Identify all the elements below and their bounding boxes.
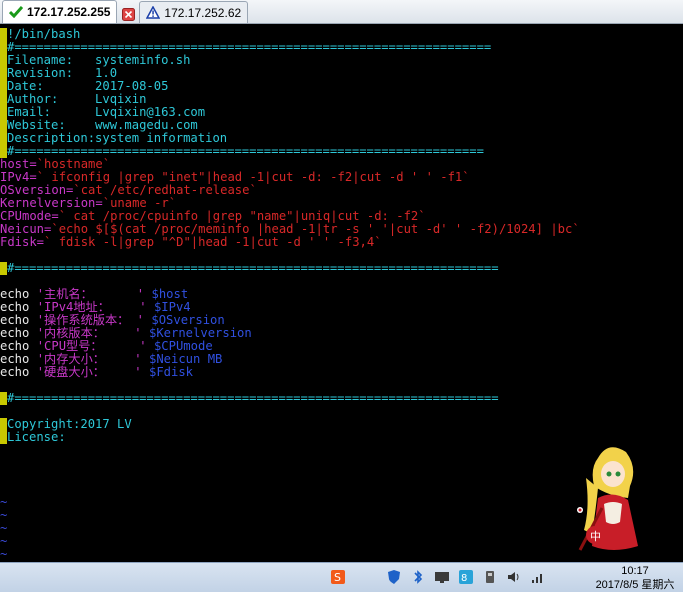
- tab-bar: 172.17.252.255 172.17.252.62: [0, 0, 683, 24]
- tab-label: 172.17.252.255: [27, 5, 111, 19]
- cursor-marker: [0, 392, 7, 405]
- variable-name: Kernelversion=: [0, 196, 103, 210]
- command-substitution: `cat /etc/redhat-release`: [73, 183, 257, 197]
- cursor-marker: [0, 106, 7, 119]
- echo-keyword: echo: [0, 365, 37, 379]
- usb-icon[interactable]: [482, 569, 498, 585]
- separator-line: #=======================================…: [0, 262, 499, 275]
- echo-variable: $Fdisk: [141, 365, 194, 379]
- comment-text: Description:system information: [7, 131, 228, 145]
- command-substitution: `hostname`: [36, 157, 111, 171]
- variable-name: IPv4=: [0, 170, 37, 184]
- echo-keyword: echo: [0, 326, 37, 340]
- separator-text: #=======================================…: [7, 261, 499, 275]
- echo-variable: $CPUmode: [146, 339, 213, 353]
- bluetooth-icon[interactable]: [410, 569, 426, 585]
- variable-name: CPUmode=: [0, 209, 59, 223]
- echo-label: '内存大小： ': [36, 352, 142, 366]
- taskbar: S 8 10:17 2017/8/5 星期六: [0, 562, 683, 592]
- echo-label: 'CPU型号： ': [36, 339, 147, 353]
- echo-keyword: echo: [0, 313, 37, 327]
- comment-text: !/bin/bash: [7, 27, 81, 41]
- shield-icon[interactable]: [386, 569, 402, 585]
- footer-text: License:: [7, 430, 66, 444]
- empty-line-marker: ~: [0, 548, 7, 561]
- command-substitution: `echo $[$(cat /proc/meminfo |head -1|tr …: [51, 222, 580, 236]
- echo-label: 'IPv4地址： ': [36, 300, 147, 314]
- mascot-image: 中: [568, 438, 648, 558]
- comment-text: #=======================================…: [7, 144, 484, 158]
- tilde: ~: [0, 508, 8, 522]
- cursor-marker: [0, 28, 7, 41]
- echo-variable: $host: [144, 287, 189, 301]
- variable-name: host=: [0, 157, 37, 171]
- volume-icon[interactable]: [506, 569, 522, 585]
- echo-keyword: echo: [0, 287, 37, 301]
- close-icon[interactable]: [121, 7, 135, 21]
- comment-text: Filename: systeminfo.sh: [7, 53, 191, 67]
- ime-indicator: 中: [590, 530, 601, 543]
- echo-keyword: echo: [0, 339, 37, 353]
- network-icon[interactable]: [530, 569, 546, 585]
- echo-keyword: echo: [0, 352, 37, 366]
- clock[interactable]: 10:17 2017/8/5 星期六: [595, 563, 675, 592]
- tilde: ~: [0, 534, 8, 548]
- tilde: ~: [0, 521, 8, 535]
- echo-keyword: echo: [0, 300, 37, 314]
- command-substitution: ` fdisk -l|grep "^D"|head -1|cut -d ' ' …: [44, 235, 382, 249]
- cursor-marker: [0, 41, 7, 54]
- cursor-marker: [0, 54, 7, 67]
- comment-text: Email: Lvqixin@163.com: [7, 105, 206, 119]
- display-icon[interactable]: [434, 569, 450, 585]
- echo-label: '操作系统版本： ': [36, 313, 145, 327]
- echo-label: '硬盘大小： ': [36, 365, 142, 379]
- variable-assignment-line: Fdisk=` fdisk -l|grep "^D"|head -1|cut -…: [0, 236, 382, 249]
- clock-time: 10:17: [621, 565, 649, 577]
- comment-text: Date: 2017-08-05: [7, 79, 169, 93]
- cursor-marker: [0, 80, 7, 93]
- comment-text: Revision: 1.0: [7, 66, 118, 80]
- echo-variable: $OSversion: [144, 313, 225, 327]
- variable-name: Neicun=: [0, 222, 52, 236]
- cursor-marker: [0, 67, 7, 80]
- svg-text:8: 8: [461, 573, 467, 584]
- comment-text: Author: Lvqixin: [7, 92, 147, 106]
- command-substitution: `uname -r`: [102, 196, 177, 210]
- echo-label: '内核版本： ': [36, 326, 142, 340]
- echo-variable: $IPv4: [146, 300, 191, 314]
- cursor-marker: [0, 93, 7, 106]
- comment-text: #=======================================…: [7, 40, 492, 54]
- separator-line: #=======================================…: [0, 392, 499, 405]
- tab-label: 172.17.252.62: [164, 5, 242, 20]
- footer-comment-line: License:: [0, 431, 66, 444]
- tab-session-2[interactable]: 172.17.252.62: [139, 1, 249, 23]
- comment-text: Website: www.magedu.com: [7, 118, 198, 132]
- variable-name: Fdisk=: [0, 235, 45, 249]
- footer-text: Copyright:2017 LV: [7, 417, 132, 431]
- tilde: ~: [0, 547, 8, 561]
- app-tray-icon[interactable]: 8: [458, 569, 474, 585]
- sogou-ime-icon[interactable]: S: [330, 569, 346, 585]
- svg-text:S: S: [334, 571, 341, 584]
- command-substitution: ` ifconfig |grep "inet"|head -1|cut -d: …: [36, 170, 470, 184]
- check-icon: [9, 6, 23, 18]
- echo-variable: $Kernelversion: [141, 326, 252, 340]
- cursor-marker: [0, 119, 7, 132]
- tilde: ~: [0, 495, 8, 509]
- echo-label: '主机名： ': [36, 287, 145, 301]
- warning-icon: [146, 6, 161, 19]
- cursor-marker: [0, 132, 7, 145]
- variable-name: OSversion=: [0, 183, 74, 197]
- cursor-marker: [0, 418, 7, 431]
- cursor-marker: [0, 262, 7, 275]
- echo-variable: $Neicun MB: [141, 352, 223, 366]
- cursor-marker: [0, 431, 7, 444]
- tab-session-1[interactable]: 172.17.252.255: [2, 0, 118, 23]
- command-substitution: ` cat /proc/cpuinfo |grep "name"|uniq|cu…: [58, 209, 426, 223]
- separator-text: #=======================================…: [7, 391, 499, 405]
- clock-date: 2017/8/5 星期六: [595, 579, 675, 591]
- echo-line: echo '硬盘大小： ' $Fdisk: [0, 366, 193, 379]
